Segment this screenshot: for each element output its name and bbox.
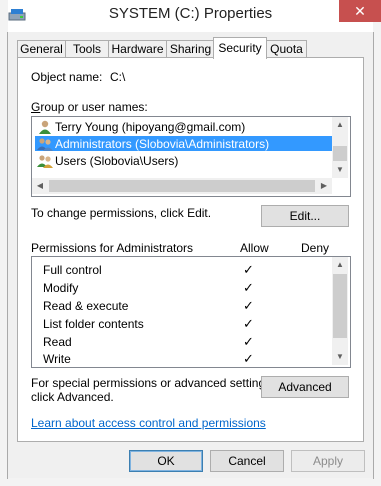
tab-sharing[interactable]: Sharing	[166, 40, 215, 58]
group-label: Group or user names:	[31, 100, 148, 114]
tab-label: Tools	[72, 42, 101, 56]
edit-button-label: Edit...	[289, 209, 321, 223]
ok-button-label: OK	[157, 454, 175, 468]
tab-general[interactable]: General	[17, 40, 66, 58]
learn-more-link[interactable]: Learn about access control and permissio…	[31, 416, 266, 430]
close-icon: ✕	[354, 3, 366, 19]
allow-check-read: ✓	[243, 334, 254, 349]
allow-check-write: ✓	[243, 351, 254, 366]
object-name-value: C:\	[110, 70, 126, 84]
permissions-label: Permissions for Administrators	[31, 241, 194, 255]
object-name-label: Object name:	[31, 70, 103, 84]
change-permissions-hint: To change permissions, click Edit.	[31, 206, 212, 220]
edit-button[interactable]: Edit...	[261, 205, 349, 227]
window-border-right	[373, 0, 381, 486]
scroll-thumb[interactable]	[333, 274, 347, 338]
scroll-thumb[interactable]	[49, 180, 315, 192]
user-row-administrators[interactable]: Administrators (Slobovia\Administrators)	[55, 137, 269, 151]
permission-list-folder-contents: List folder contents	[43, 317, 144, 331]
window-border-bottom	[0, 478, 381, 486]
scroll-down-icon[interactable]: ▼	[332, 165, 348, 174]
tab-label: Sharing	[169, 42, 212, 56]
scroll-up-icon[interactable]: ▲	[332, 260, 348, 269]
allow-check-full-control: ✓	[243, 262, 254, 277]
ok-button[interactable]: OK	[129, 450, 203, 472]
scroll-thumb[interactable]	[333, 146, 347, 161]
user-row-terry[interactable]: Terry Young (hipoyang@gmail.com)	[55, 120, 245, 134]
user-icon	[37, 119, 54, 135]
close-button[interactable]: ✕	[339, 0, 381, 22]
tab-label: Quota	[270, 42, 303, 56]
cancel-button[interactable]: Cancel	[210, 450, 284, 472]
group-icon	[37, 153, 54, 169]
permission-write: Write	[43, 352, 71, 366]
allow-check-modify: ✓	[243, 280, 254, 295]
user-row-users[interactable]: Users (Slobovia\Users)	[55, 154, 178, 168]
permission-modify: Modify	[43, 281, 79, 295]
window-edge-right	[373, 32, 374, 479]
allow-header: Allow	[240, 241, 269, 255]
window-edge-left	[7, 32, 8, 479]
scroll-up-icon[interactable]: ▲	[332, 120, 348, 129]
tab-tools[interactable]: Tools	[65, 40, 109, 58]
tab-label: General	[20, 42, 63, 56]
tab-hardware[interactable]: Hardware	[108, 40, 167, 58]
special-permissions-hint-line1: For special permissions or advanced sett…	[31, 376, 275, 390]
permission-read-execute: Read & execute	[43, 299, 129, 313]
advanced-button[interactable]: Advanced	[261, 376, 349, 398]
allow-check-read-execute: ✓	[243, 298, 254, 313]
special-permissions-hint-line2: click Advanced.	[31, 390, 114, 404]
allow-check-list-folder-contents: ✓	[243, 316, 254, 331]
scroll-right-icon[interactable]: ▶	[316, 181, 332, 190]
tab-quota[interactable]: Quota	[266, 40, 307, 58]
tab-label: Security	[218, 41, 262, 55]
scroll-left-icon[interactable]: ◀	[32, 181, 48, 190]
deny-header: Deny	[301, 241, 330, 255]
apply-button[interactable]: Apply	[291, 450, 365, 472]
tab-label: Hardware	[111, 42, 164, 56]
window-title: SYSTEM (C:) Properties	[108, 5, 273, 22]
permission-full-control: Full control	[43, 263, 102, 277]
apply-button-label: Apply	[312, 454, 344, 468]
scroll-down-icon[interactable]: ▼	[332, 352, 348, 361]
advanced-button-label: Advanced	[278, 380, 332, 394]
tab-security[interactable]: Security	[213, 37, 267, 59]
permission-read: Read	[43, 335, 72, 349]
cancel-button-label: Cancel	[228, 454, 266, 468]
group-icon	[37, 136, 54, 152]
